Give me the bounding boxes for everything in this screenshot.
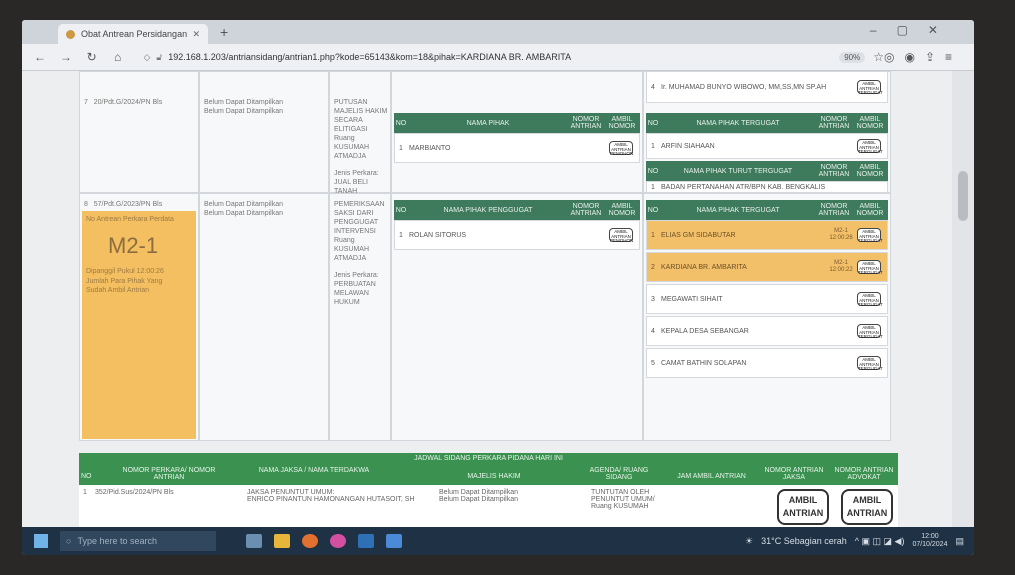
queue-label: No Antrean Perkara Perdata (86, 216, 174, 223)
tergugat-row: 5 CAMAT BATHIN SOLAPAN AMBIL ANTRIAN TERGUGA… (646, 348, 888, 378)
queue-assigned: M2-1 12:00:22 (829, 260, 853, 273)
parties-note: Jumlah Para Pihak Yang Sudah Ambil Antri… (86, 278, 163, 294)
url-text: 192.168.1.203/antriansidang/antrian1.php… (168, 52, 572, 62)
back-icon[interactable]: ← (32, 50, 48, 64)
file-explorer-icon[interactable] (274, 534, 290, 548)
tergugat-row: 2 KARDIANA BR. AMBARITA M2-1 12:00:22 AMBIL A… (646, 252, 888, 282)
hakim-line: Belum Dapat Ditampilkan (204, 99, 283, 106)
case-number: 57/Pdt.G/2023/PN Bls (93, 201, 163, 208)
page-scrollbar[interactable] (952, 71, 974, 527)
ambil-antrian-button[interactable]: AMBIL ANTRIAN TERGUGAT (857, 324, 883, 339)
jaksa-cell: Belum Dapat Ditampilkan Belum Dapat Dita… (199, 71, 329, 193)
queue-number: M2-1 (108, 233, 159, 258)
ambil-antrian-button[interactable]: AMBIL ANTRIAN TERGUGAT (857, 80, 883, 95)
ambil-antrian-button[interactable]: AMBIL ANTRIAN TERGUGAT (857, 260, 883, 275)
tergugat-row: 1 ELIAS GM SIDABUTAR M2-1 12:00:26 AMBIL ANTR… (646, 220, 888, 250)
schedule-row: 1 352/Pid.Sus/2024/PN Bls JAKSA PENUNTUT… (79, 485, 898, 527)
schedule-table-header: JADWAL SIDANG PERKARA PIDANA HARI INI NO… (79, 453, 898, 485)
tergugat-row: 3 MEGAWATI SIHAIT AMBIL ANTRIAN TERGUGAT (646, 284, 888, 314)
ambil-antrian-button[interactable]: AMBIL ANTRIAN PEMOHON (609, 228, 633, 243)
weather-icon[interactable]: ☀ (745, 536, 753, 547)
ambil-antrian-button[interactable]: AMBIL ANTRIAN TERGUGAT (857, 356, 883, 371)
agenda-cell: PUTUSAN MAJELIS HAKIM SECARA ELITIGASI R… (329, 71, 391, 195)
scrollbar-thumb[interactable] (958, 171, 968, 221)
schedule-title: JADWAL SIDANG PERKARA PIDANA HARI INI (414, 455, 563, 462)
clock[interactable]: 12:00 07/10/2024 (912, 533, 947, 549)
forward-icon[interactable]: → (58, 50, 74, 64)
browser-tab-bar: Obat Antrean Persidangan ✕ + –▢✕ (22, 20, 974, 44)
tergugat-table-header: NO NAMA PIHAK TERGUGAT NOMOR ANTRIAN AMB… (646, 113, 888, 133)
tergugat-table-header: NO NAMA PIHAK TERGUGAT NOMOR ANTRIAN AMB… (646, 200, 888, 220)
queue-page: 7 20/Pdt.G/2024/PN Bls Belum Dapat Ditam… (22, 71, 952, 527)
case-number-cell: 7 20/Pdt.G/2024/PN Bls (79, 71, 199, 193)
monitor-screen: Obat Antrean Persidangan ✕ + –▢✕ ← → ↻ ⌂… (22, 20, 974, 555)
ambil-antrian-advokat-button[interactable]: AMBIL ANTRIAN (841, 489, 893, 525)
case-type-text: Jenis Perkara: JUAL BELI TANAH (334, 170, 379, 195)
tergugat-row: 1 ARFIN SIAHAAN AMBIL ANTRIAN TERGUGAT (646, 133, 888, 159)
tergugat-row: 4 KEPALA DESA SEBANGAR AMBIL ANTRIAN TERGUGA… (646, 316, 888, 346)
tergugat-row: 4 Ir. MUHAMAD BUNYO WIBOWO, MM,SS,MN SP.… (646, 71, 888, 103)
firefox-icon[interactable] (330, 534, 346, 548)
firefox-icon[interactable] (302, 534, 318, 548)
hakim-line: Belum Dapat Ditampilkan (204, 210, 283, 217)
task-view-icon[interactable] (246, 534, 262, 548)
case-row-number: 7 (84, 99, 88, 106)
case-row-number: 8 (84, 201, 88, 208)
tab-title: Obat Antrean Persidangan (81, 29, 188, 39)
called-time-note: Dipanggil Pukul 12:00:26 (86, 268, 164, 275)
ambil-antrian-button[interactable]: AMBIL ANTRIAN TERGUGAT (857, 228, 883, 243)
search-icon: ○ (66, 536, 72, 546)
windows-start-icon[interactable] (34, 534, 48, 548)
store-icon[interactable] (358, 534, 374, 548)
turut-tergugat-table-header: NO NAMA PIHAK TURUT TERGUGAT NOMOR ANTRI… (646, 161, 888, 181)
app-icon[interactable] (386, 534, 402, 548)
agenda-text: PUTUSAN MAJELIS HAKIM SECARA ELITIGASI R… (334, 99, 388, 160)
jaksa-cell: Belum Dapat Ditampilkan Belum Dapat Dita… (199, 193, 329, 441)
shield-icon: ◇ (143, 51, 151, 62)
case-number: 20/Pdt.G/2024/PN Bls (93, 99, 163, 106)
windows-taskbar: ○ Type here to search ☀ 31°C Sebagian ce… (22, 527, 974, 555)
weather-text[interactable]: 31°C Sebagian cerah (761, 536, 847, 546)
home-icon[interactable]: ⌂ (110, 50, 126, 64)
toolbar-icons[interactable]: ◎◉⇪≡ (884, 50, 962, 64)
window-controls[interactable]: –▢✕ (870, 23, 958, 37)
notification-icon[interactable]: ▤ (955, 536, 964, 547)
ambil-antrian-button[interactable]: AMBIL ANTRIAN TERGUGAT (857, 139, 883, 154)
hakim-line: Belum Dapat Ditampilkan (204, 201, 283, 208)
browser-nav-bar: ← → ↻ ⌂ ◇ 🔓︎ 192.168.1.203/antriansidang… (22, 44, 974, 71)
browser-tab[interactable]: Obat Antrean Persidangan ✕ (58, 24, 208, 44)
address-bar[interactable]: ◇ 🔓︎ 192.168.1.203/antriansidang/antrian… (144, 48, 700, 66)
tray-icons[interactable]: ^ ▣ ◫ ◪ ◀) (855, 536, 905, 547)
new-tab-icon[interactable]: + (220, 24, 228, 40)
penggugat-table-header: NO NAMA PIHAK PENGGUGAT NOMOR ANTRIAN AM… (394, 200, 640, 220)
ambil-antrian-button[interactable]: AMBIL ANTRIAN TERGUGAT (857, 292, 883, 307)
ambil-antrian-jaksa-button[interactable]: AMBIL ANTRIAN (777, 489, 829, 525)
taskbar-search-box[interactable]: ○ Type here to search (60, 531, 216, 551)
pihak-table-header: NO NAMA PIHAK NOMOR ANTRIAN AMBIL NOMOR (394, 113, 640, 133)
taskbar-apps (246, 534, 402, 548)
agenda-text: PEMERIKSAAN SAKSI DARI PENGGUGAT INTERVE… (334, 201, 385, 262)
case-type-text: Jenis Perkara: PERBUATAN MELAWAN HUKUM (334, 272, 379, 306)
penggugat-row: 1 ROLAN SITORUS AMBIL ANTRIAN PEMOHON (394, 220, 640, 250)
pihak-row: 1 MARBIANTO AMBIL ANTRIAN PEMOHON (394, 133, 640, 163)
reload-icon[interactable]: ↻ (84, 50, 100, 64)
hakim-line: Belum Dapat Ditampilkan (204, 108, 283, 115)
insecure-lock-icon: 🔓︎ (156, 51, 163, 62)
close-tab-icon[interactable]: ✕ (192, 29, 200, 40)
queue-assigned: M2-1 12:00:26 (829, 228, 853, 241)
system-tray: ☀ 31°C Sebagian cerah ^ ▣ ◫ ◪ ◀) 12:00 0… (745, 533, 964, 549)
zoom-badge[interactable]: 90% (839, 51, 866, 63)
agenda-cell: PEMERIKSAAN SAKSI DARI PENGGUGAT INTERVE… (329, 193, 391, 441)
site-favicon-icon (66, 29, 75, 39)
ambil-antrian-button[interactable]: AMBIL ANTRIAN PEMOHON (609, 141, 633, 156)
search-placeholder: Type here to search (77, 536, 157, 546)
queue-number-card: No Antrean Perkara Perdata M2-1 Dipanggi… (82, 211, 196, 439)
turut-tergugat-row: 1 BADAN PERTANAHAN ATR/BPN KAB. BENGKALI… (646, 181, 888, 193)
bookmark-star-icon[interactable]: ☆ (873, 50, 884, 64)
